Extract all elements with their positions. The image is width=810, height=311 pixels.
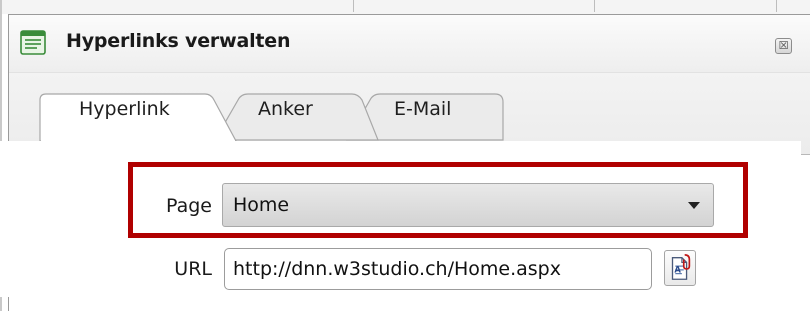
background-tick (353, 0, 354, 12)
svg-text:A: A (674, 265, 681, 275)
tab-email[interactable]: E-Mail (394, 98, 451, 120)
dialog-list-icon (20, 30, 46, 55)
background-tick (776, 0, 777, 12)
close-icon: ☒ (778, 39, 789, 52)
close-button[interactable]: ☒ (775, 38, 792, 54)
document-link-icon: A (671, 254, 691, 280)
background-tick (594, 0, 595, 12)
tab-anker[interactable]: Anker (258, 98, 313, 120)
dialog-title: Hyperlinks verwalten (66, 30, 291, 52)
tab-hyperlink[interactable]: Hyperlink (79, 98, 170, 120)
url-label: URL (174, 258, 212, 280)
url-input[interactable] (224, 248, 652, 290)
url-browse-button[interactable]: A (664, 250, 696, 286)
highlight-box (128, 162, 748, 238)
background-strip (0, 0, 810, 14)
